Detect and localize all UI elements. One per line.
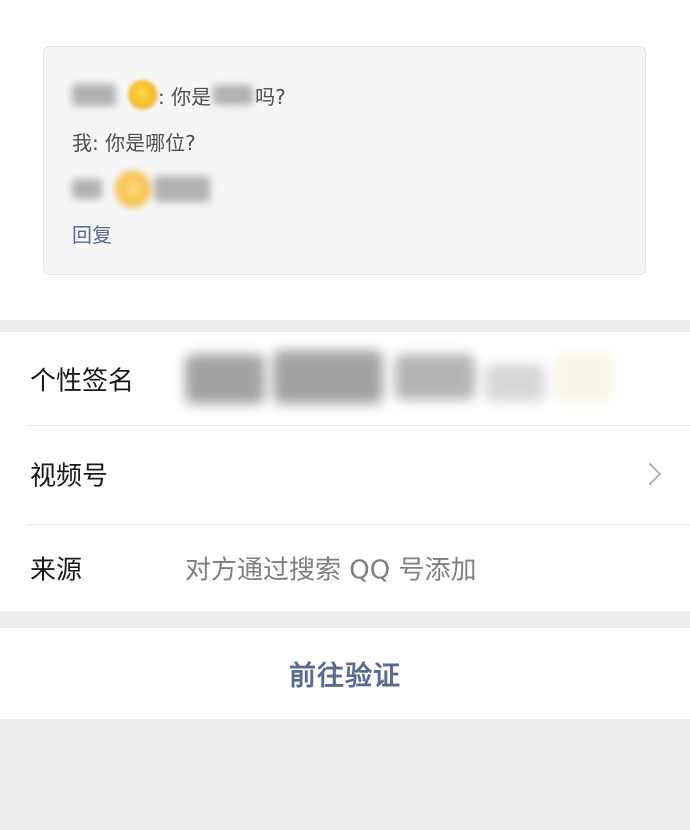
redacted-sender-name — [72, 179, 102, 199]
signature-row: 个性签名 — [0, 332, 690, 426]
message-line-redacted — [72, 169, 210, 209]
self-message-text: 我: 你是哪位? — [72, 130, 196, 155]
emoji-icon — [114, 169, 152, 209]
greeting-message-card: : 你是 吗? 我: 你是哪位? 回复 — [43, 46, 646, 275]
video-channel-row[interactable]: 视频号 — [0, 427, 690, 520]
incoming-message-text: : 你是 — [158, 84, 212, 109]
chevron-right-icon — [638, 462, 662, 485]
video-channel-label: 视频号 — [30, 461, 109, 491]
redacted-message-text — [154, 176, 210, 202]
source-value: 对方通过搜索 QQ 号添加 — [185, 555, 477, 585]
redacted-name — [213, 85, 254, 105]
emoji-icon — [128, 80, 158, 110]
message-line-incoming: : 你是 吗? — [72, 79, 286, 111]
redacted-signature — [185, 344, 625, 412]
incoming-message-suffix: 吗? — [255, 84, 286, 109]
message-area: : 你是 吗? 我: 你是哪位? 回复 — [0, 0, 690, 320]
source-label: 来源 — [30, 555, 83, 585]
reply-link[interactable]: 回复 — [72, 219, 112, 248]
go-verify-button[interactable]: 前往验证 — [289, 654, 401, 693]
message-line-self: 我: 你是哪位? — [72, 125, 196, 157]
source-row: 来源 对方通过搜索 QQ 号添加 — [0, 524, 690, 611]
verify-section: 前往验证 — [0, 628, 690, 719]
row-divider — [28, 425, 690, 426]
profile-info-list: 个性签名 视频号 来源 对方通过搜索 QQ 号添加 — [0, 332, 690, 611]
signature-label: 个性签名 — [30, 366, 135, 396]
redacted-sender-name — [72, 84, 116, 106]
